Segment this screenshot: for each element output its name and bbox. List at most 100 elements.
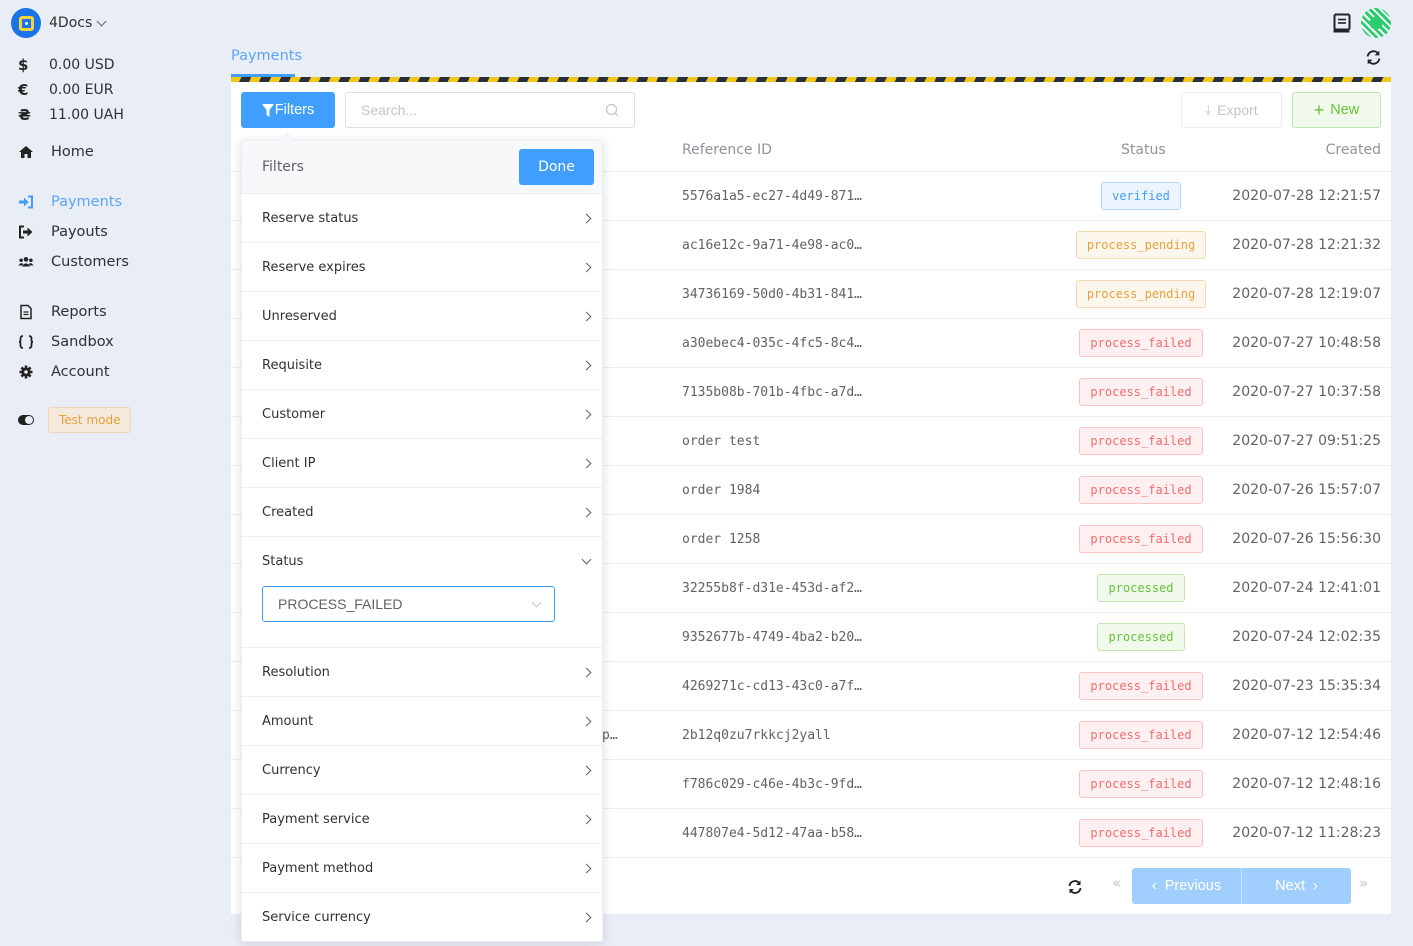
app-logo	[11, 8, 41, 38]
column-header-reference-id[interactable]: Reference ID	[682, 142, 772, 158]
refresh-icon[interactable]	[1067, 879, 1083, 895]
status-badge: process_failed	[1079, 672, 1203, 700]
search-input[interactable]	[361, 102, 605, 118]
nav-operations: Payments Payouts Customers	[18, 187, 218, 277]
search-field[interactable]	[345, 92, 635, 128]
cell-created: 2020-07-23 15:35:34	[1232, 678, 1381, 694]
status-badge: process_failed	[1079, 427, 1203, 455]
chevron-right-icon	[581, 507, 592, 517]
sidebar-item-label: Home	[51, 144, 94, 160]
filter-item-service-currency[interactable]: Service currency	[242, 893, 602, 942]
header-actions	[1333, 8, 1391, 38]
last-page-icon[interactable]: »	[1359, 874, 1368, 892]
sidebar-item-label: Payments	[51, 194, 123, 210]
filter-list: Resolution Amount Currency Payment service P…	[242, 648, 602, 942]
nav-main: Home	[18, 137, 218, 167]
filter-item-customer[interactable]: Customer	[242, 390, 602, 439]
toggle-icon[interactable]	[18, 415, 34, 425]
new-payment-button[interactable]: + New	[1292, 92, 1381, 128]
new-button-label: New	[1330, 102, 1360, 118]
filter-item-payment-service[interactable]: Payment service	[242, 795, 602, 844]
cell-created: 2020-07-27 10:48:58	[1232, 335, 1381, 351]
filter-label: Status	[262, 554, 304, 569]
sidebar-item-label: Sandbox	[51, 334, 114, 350]
filter-item-requisite[interactable]: Requisite	[242, 341, 602, 390]
cell-created: 2020-07-26 15:57:07	[1232, 482, 1381, 498]
filter-status-header[interactable]: Status	[242, 537, 602, 586]
account-switcher[interactable]: 4Docs	[11, 8, 107, 38]
chevron-right-icon	[581, 912, 592, 922]
filter-item-client-ip[interactable]: Client IP	[242, 439, 602, 488]
book-icon[interactable]	[1333, 13, 1351, 33]
chevron-right-icon	[581, 262, 592, 272]
filter-label: Payment method	[262, 860, 374, 876]
cell-created: 2020-07-27 10:37:58	[1232, 384, 1381, 400]
filter-item-created[interactable]: Created	[242, 488, 602, 537]
filter-item-reserve-status[interactable]: Reserve status	[242, 194, 602, 243]
filter-status: Status PROCESS_FAILED	[242, 537, 602, 648]
filter-label: Created	[262, 504, 314, 520]
filters-header: Filters Done	[242, 141, 602, 194]
column-header-status[interactable]: Status	[1121, 142, 1166, 158]
sidebar-item-customers[interactable]: Customers	[18, 247, 218, 277]
dollar-icon: $	[18, 55, 29, 74]
next-button[interactable]: Next ›	[1242, 868, 1351, 904]
sidebar-item-payments[interactable]: Payments	[18, 187, 218, 217]
euro-icon: €	[18, 80, 29, 99]
chevron-right-icon	[581, 311, 592, 321]
refresh-icon[interactable]	[1365, 49, 1382, 66]
filter-icon	[261, 103, 274, 117]
filter-item-amount[interactable]: Amount	[242, 697, 602, 746]
users-icon	[18, 254, 51, 270]
sidebar-item-sandbox[interactable]: Sandbox	[18, 327, 218, 357]
home-icon	[18, 144, 51, 160]
chevron-right-icon	[581, 863, 592, 873]
export-button[interactable]: ⤓ Export	[1181, 92, 1282, 128]
filter-item-resolution[interactable]: Resolution	[242, 648, 602, 697]
first-page-icon[interactable]: «	[1112, 874, 1121, 892]
cell-created: 2020-07-12 12:54:46	[1232, 727, 1381, 743]
done-button[interactable]: Done	[519, 149, 594, 185]
sidebar-item-account[interactable]: Account	[18, 357, 218, 387]
status-badge: processed	[1097, 623, 1185, 651]
balance-value: 0.00 EUR	[49, 81, 114, 98]
cell-reference-id: 4269271c-cd13-43c0-a7f…	[682, 679, 863, 694]
cell-reference-id: ac16e12c-9a71-4e98-ac0…	[682, 238, 863, 253]
braces-icon	[18, 334, 51, 350]
sidebar-item-reports[interactable]: Reports	[18, 297, 218, 327]
column-header-created[interactable]: Created	[1326, 142, 1381, 158]
filters-button-label: Filters	[274, 102, 315, 118]
sidebar-item-payouts[interactable]: Payouts	[18, 217, 218, 247]
test-mode-badge: Test mode	[48, 407, 132, 433]
cell-truncated: p…	[602, 728, 618, 743]
chevron-right-icon	[581, 667, 592, 677]
status-badge: processed	[1097, 574, 1185, 602]
filter-label: Unreserved	[262, 308, 337, 324]
filter-label: Amount	[262, 713, 314, 729]
filter-item-payment-method[interactable]: Payment method	[242, 844, 602, 893]
sidebar-item-home[interactable]: Home	[18, 137, 218, 167]
chevron-right-icon: ›	[1312, 878, 1318, 894]
filter-label: Reserve status	[262, 210, 359, 226]
status-badge: process_failed	[1079, 819, 1203, 847]
cell-created: 2020-07-24 12:02:35	[1232, 629, 1381, 645]
chevron-down-icon	[531, 597, 542, 607]
filter-item-currency[interactable]: Currency	[242, 746, 602, 795]
status-badge: verified	[1101, 182, 1181, 210]
status-badge: process_pending	[1075, 280, 1207, 308]
balance-value: 0.00 USD	[49, 56, 115, 73]
user-avatar[interactable]	[1361, 8, 1391, 38]
test-mode-toggle[interactable]: Test mode	[18, 407, 132, 433]
file-icon	[18, 304, 51, 320]
cell-reference-id: order 1984	[682, 483, 761, 498]
status-select[interactable]: PROCESS_FAILED	[262, 586, 555, 622]
breadcrumb[interactable]: Payments	[231, 48, 302, 64]
search-icon	[605, 103, 619, 117]
filters-popover: Filters Done Reserve status Reserve expir…	[241, 132, 603, 942]
filter-item-unreserved[interactable]: Unreserved	[242, 292, 602, 341]
filter-item-reserve-expires[interactable]: Reserve expires	[242, 243, 602, 292]
filter-label: Client IP	[262, 455, 316, 471]
previous-button[interactable]: ‹ Previous	[1132, 868, 1242, 904]
filters-button[interactable]: Filters	[241, 92, 335, 128]
chevron-right-icon	[581, 458, 592, 468]
